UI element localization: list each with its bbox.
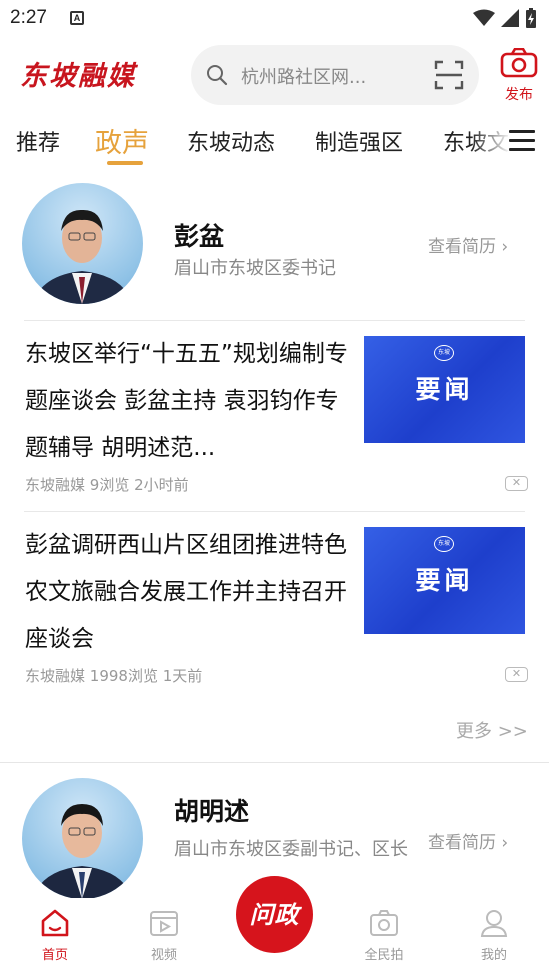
active-tab-indicator — [107, 161, 143, 165]
leader-title: 眉山市东坡区委书记 — [174, 258, 336, 279]
divider — [24, 320, 525, 321]
scan-icon[interactable] — [433, 59, 465, 91]
news-time: 1天前 — [162, 667, 203, 685]
leader-name: 彭盆 — [174, 222, 225, 251]
dismiss-icon[interactable]: ✕ — [505, 667, 528, 682]
menu-icon[interactable] — [509, 130, 535, 152]
bottom-navigation: 首页 视频 问政 全民拍 我的 — [0, 876, 549, 976]
wifi-icon — [473, 9, 495, 26]
news-meta: 东坡融媒 9浏览 2小时前 — [25, 474, 189, 495]
battery-icon — [526, 8, 536, 28]
video-icon — [150, 911, 178, 936]
app-header: 东坡融媒 杭州路社区网... 发布 — [0, 40, 549, 112]
nav-mine-label: 我的 — [480, 948, 507, 963]
user-icon — [480, 910, 508, 937]
news-thumbnail: 东坡 要闻 — [364, 527, 525, 634]
avatar — [22, 183, 143, 304]
portrait-image — [32, 804, 133, 899]
camera-outline-icon — [370, 910, 398, 936]
publish-button[interactable]: 发布 — [498, 47, 540, 104]
app-logo: 东坡融媒 — [20, 61, 136, 92]
avatar — [22, 778, 143, 899]
search-icon — [207, 65, 228, 86]
leader-title: 眉山市东坡区委副书记、区长 — [174, 839, 408, 860]
nav-video[interactable]: 视频 — [134, 908, 194, 963]
news-title: 彭盆调研西山片区组团推进特色农文旅融合发展工作并主持召开座谈会 — [25, 532, 347, 652]
news-meta: 东坡融媒 1998浏览 1天前 — [25, 665, 202, 686]
tab-dongpo-news[interactable]: 东坡动态 — [187, 125, 275, 157]
leader-name: 胡明述 — [174, 797, 250, 826]
thumb-text: 要闻 — [415, 375, 474, 404]
section-divider — [0, 762, 549, 763]
search-placeholder: 杭州路社区网... — [241, 67, 367, 88]
view-resume-link[interactable]: 查看简历 › — [428, 828, 508, 853]
home-icon — [41, 909, 69, 937]
dismiss-icon[interactable]: ✕ — [505, 476, 528, 491]
news-thumbnail: 东坡 要闻 — [364, 336, 525, 443]
nav-citizen-photo[interactable]: 全民拍 — [354, 908, 414, 963]
news-source: 东坡融媒 — [25, 667, 86, 685]
notification-icon: A — [70, 11, 84, 25]
nav-video-label: 视频 — [150, 948, 177, 963]
status-bar: 2:27 A — [0, 0, 549, 36]
wenzheng-button[interactable]: 问政 — [236, 876, 313, 953]
tabs-fade — [471, 117, 511, 167]
nav-home[interactable]: 首页 — [25, 908, 85, 963]
status-time: 2:27 — [10, 7, 47, 28]
status-icons — [473, 8, 537, 28]
publish-label: 发布 — [505, 87, 533, 103]
camera-icon — [500, 47, 538, 78]
news-views: 1998浏览 — [89, 667, 158, 685]
news-time: 2小时前 — [134, 476, 189, 494]
search-bar[interactable]: 杭州路社区网... — [191, 45, 479, 105]
category-tabs: 推荐 政声 东坡动态 制造强区 东坡文 — [0, 117, 549, 167]
tab-political-voice[interactable]: 政声 — [95, 121, 149, 160]
news-views: 9浏览 — [89, 476, 130, 494]
thumb-badge: 东坡 — [434, 345, 454, 361]
nav-citizen-photo-label: 全民拍 — [364, 948, 404, 963]
thumb-text: 要闻 — [415, 566, 474, 595]
view-resume-link[interactable]: 查看简历 › — [428, 232, 508, 257]
nav-home-label: 首页 — [41, 948, 68, 963]
divider — [24, 511, 525, 512]
thumb-badge: 东坡 — [434, 536, 454, 552]
nav-mine[interactable]: 我的 — [464, 908, 524, 963]
signal-icon — [501, 9, 519, 27]
tab-recommend[interactable]: 推荐 — [16, 125, 60, 157]
tab-manufacturing[interactable]: 制造强区 — [315, 125, 403, 157]
portrait-image — [32, 209, 133, 304]
news-title: 东坡区举行“十五五”规划编制专题座谈会 彭盆主持 袁羽钧作专题辅导 胡明述范..… — [25, 341, 348, 461]
news-source: 东坡融媒 — [25, 476, 86, 494]
more-link[interactable]: 更多 >> — [456, 717, 528, 743]
